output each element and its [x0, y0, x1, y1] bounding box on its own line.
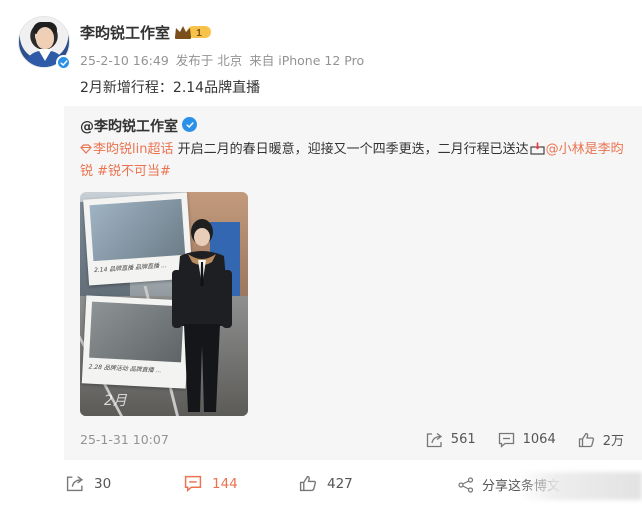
repost-image[interactable]: 2.14 品牌直播 品牌直播 ... 2.28 品牌活动 品牌直播 ... 2月 — [80, 192, 248, 416]
author-name[interactable]: 李昀锐工作室 — [80, 22, 170, 43]
like-count: 427 — [327, 475, 353, 492]
share-count: 30 — [94, 475, 112, 492]
post-time[interactable]: 25-2-10 16:49 — [80, 53, 169, 68]
reposted-weibo[interactable]: @李昀锐工作室 李昀锐lin超话 开启二月的春日暖意，迎接又一个四季更迭，二月行… — [64, 106, 642, 460]
repost-share-count: 561 — [450, 432, 476, 447]
post-content: 2月新增行程：2.14品牌直播 — [80, 80, 261, 96]
repost-body: 开启二月的春日暖意，迎接又一个四季更迭，二月行程已送达 — [173, 142, 529, 157]
repost-author[interactable]: @李昀锐工作室 — [80, 116, 178, 136]
repost-like-button[interactable]: 2万 — [578, 430, 624, 449]
post-location: 发布于 北京 — [175, 53, 243, 68]
supertopic-link[interactable]: 李昀锐lin超话 — [93, 142, 173, 157]
repost-comment-count: 1064 — [522, 432, 556, 447]
thumbs-up-icon — [299, 475, 317, 492]
repost-time[interactable]: 25-1-31 10:07 — [80, 432, 169, 447]
post-source: 来自 iPhone 12 Pro — [249, 53, 365, 68]
share-network-icon — [458, 476, 474, 493]
verified-badge-icon — [182, 117, 197, 132]
post-action-bar: 30 144 427 分享这条博文 — [0, 466, 642, 506]
person-figure — [172, 219, 232, 412]
share-icon — [66, 476, 84, 492]
blur-overlay — [518, 472, 642, 500]
polaroid-caption: 2.28 品牌活动 品牌直播 ... — [88, 363, 162, 375]
weibo-post-card: 李昀锐工作室 1 25-2-10 16:49 发布于 北京 来自 iPhone … — [0, 0, 642, 510]
post-meta: 25-2-10 16:49 发布于 北京 来自 iPhone 12 Pro — [80, 50, 367, 69]
supertopic-diamond-icon — [80, 144, 92, 154]
comment-button[interactable]: 144 — [184, 475, 238, 492]
comment-icon — [184, 475, 202, 492]
repost-comment-button[interactable]: 1064 — [498, 430, 556, 449]
polaroid-caption: 2.14 品牌直播 品牌直播 ... — [93, 262, 167, 275]
comment-icon — [498, 432, 514, 448]
crown-icon[interactable]: 1 — [174, 24, 212, 40]
repost-action-bar: 561 1064 2万 — [426, 430, 624, 449]
photo-script-text: 2月 — [104, 393, 127, 409]
inbox-arrow-icon — [530, 142, 545, 155]
badge-level: 1 — [196, 28, 202, 39]
comment-count: 144 — [212, 475, 238, 492]
repost-like-count: 2万 — [602, 434, 624, 449]
repost-share-button[interactable]: 561 — [426, 430, 476, 449]
like-button[interactable]: 427 — [299, 475, 353, 492]
thumbs-up-icon — [578, 432, 594, 447]
hashtag-link[interactable]: #锐不可当# — [93, 164, 171, 179]
share-icon — [426, 432, 442, 447]
repost-text: 李昀锐lin超话 开启二月的春日暖意，迎接又一个四季更迭，二月行程已送达 @小林… — [80, 139, 628, 183]
verified-badge-icon — [56, 55, 71, 70]
share-button[interactable]: 30 — [66, 475, 111, 492]
